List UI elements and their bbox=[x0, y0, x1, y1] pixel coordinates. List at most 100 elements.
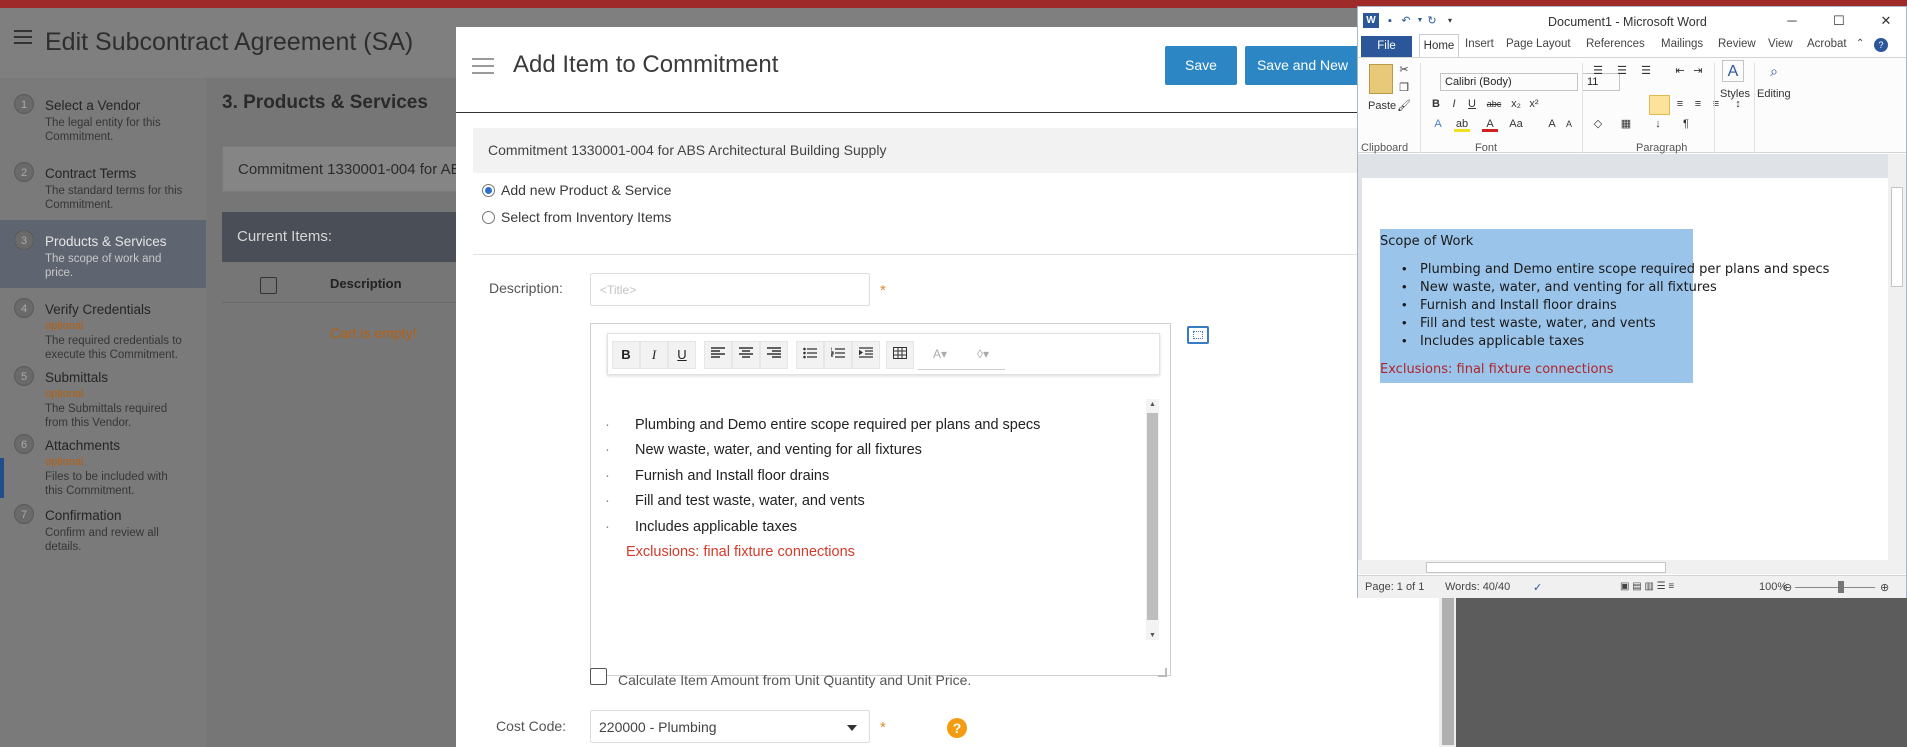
superscript-icon[interactable]: x² bbox=[1526, 96, 1542, 112]
maximize-icon[interactable]: ☐ bbox=[1829, 13, 1849, 29]
paste-label[interactable]: Paste bbox=[1368, 100, 1396, 112]
undo-icon[interactable]: ↶ bbox=[1399, 14, 1413, 28]
editor-scrollbar[interactable]: ▲ ▼ bbox=[1146, 399, 1159, 640]
change-case-icon[interactable]: Aa bbox=[1508, 116, 1524, 132]
minimize-icon[interactable]: ─ bbox=[1782, 13, 1802, 29]
find-icon[interactable]: ⌕ bbox=[1763, 60, 1785, 82]
increase-indent-icon[interactable]: ⇥ bbox=[1690, 63, 1706, 79]
decrease-indent-icon[interactable]: ⇤ bbox=[1672, 63, 1688, 79]
subscript-icon[interactable]: x₂ bbox=[1508, 96, 1524, 112]
close-icon[interactable]: ✕ bbox=[1876, 13, 1896, 29]
proofing-icon[interactable]: ✓ bbox=[1533, 581, 1542, 594]
bold-icon[interactable]: B bbox=[1428, 96, 1444, 112]
format-painter-icon[interactable]: 🖌 bbox=[1396, 98, 1412, 114]
zoom-out-icon[interactable]: ⊖ bbox=[1783, 581, 1792, 594]
rich-text-editor[interactable]: B I U A▾ ◊▾ · Plumbing and Demo entire sc… bbox=[590, 323, 1171, 677]
wizard-step-1[interactable]: 1 Select a Vendor The legal entity for thi… bbox=[0, 84, 206, 152]
tab-page-layout[interactable]: Page Layout bbox=[1506, 38, 1571, 50]
numbered-list-icon[interactable] bbox=[824, 341, 852, 369]
grow-font-icon[interactable]: A bbox=[1544, 116, 1560, 132]
borders-icon[interactable]: ▦ bbox=[1618, 116, 1634, 132]
inventory-radio[interactable] bbox=[482, 211, 495, 224]
shrink-font-icon[interactable]: A bbox=[1561, 116, 1577, 132]
document-page[interactable]: Scope of Work • Plumbing and Demo entire… bbox=[1362, 178, 1888, 568]
font-color-dropdown[interactable]: A▾ bbox=[918, 340, 962, 370]
bullet-list-icon[interactable] bbox=[796, 341, 824, 369]
wizard-step-2[interactable]: 2 Contract Terms The standard terms for th… bbox=[0, 152, 206, 220]
center-icon[interactable]: ≡ bbox=[1672, 96, 1688, 112]
zoom-in-icon[interactable]: ⊕ bbox=[1880, 581, 1889, 594]
minimize-ribbon-icon[interactable]: ⌃ bbox=[1856, 38, 1864, 49]
select-all-checkbox[interactable] bbox=[260, 277, 277, 294]
highlight-icon[interactable]: ab bbox=[1454, 116, 1470, 132]
cut-icon[interactable]: ✂ bbox=[1396, 62, 1412, 78]
align-right-icon[interactable]: ≡ bbox=[1690, 96, 1706, 112]
show-marks-icon[interactable]: ¶ bbox=[1678, 116, 1694, 132]
page-count[interactable]: Page: 1 of 1 bbox=[1365, 581, 1424, 593]
numbering-icon[interactable]: ☰ bbox=[1614, 63, 1630, 79]
multilevel-list-icon[interactable]: ☰ bbox=[1638, 63, 1654, 79]
modal-menu-icon[interactable] bbox=[472, 58, 494, 74]
shading-icon[interactable]: ◇ bbox=[1590, 116, 1606, 132]
tab-insert[interactable]: Insert bbox=[1465, 38, 1494, 50]
word-count[interactable]: Words: 40/40 bbox=[1445, 581, 1510, 593]
title-input[interactable]: <Title> bbox=[590, 273, 870, 306]
add-new-radio-label[interactable]: Add new Product & Service bbox=[501, 182, 671, 198]
copy-icon[interactable]: ❐ bbox=[1396, 80, 1412, 96]
tab-file[interactable]: File bbox=[1361, 36, 1412, 57]
table-icon[interactable] bbox=[886, 341, 914, 369]
view-buttons[interactable]: ▣ ▤ ▥ ☰ ≡ bbox=[1620, 581, 1674, 592]
save-icon[interactable]: ▪ bbox=[1383, 14, 1397, 28]
indent-icon[interactable] bbox=[852, 341, 880, 369]
align-left-icon[interactable] bbox=[704, 341, 732, 369]
wizard-step-7[interactable]: 7 Confirmation Confirm and review all detai… bbox=[0, 494, 206, 562]
add-new-radio[interactable] bbox=[482, 184, 495, 197]
save-and-new-button[interactable]: Save and New bbox=[1245, 46, 1360, 85]
italic-icon[interactable]: I bbox=[1446, 96, 1462, 112]
underline-button[interactable]: U bbox=[668, 341, 696, 369]
sort-icon[interactable]: ↓ bbox=[1650, 116, 1666, 132]
calculate-checkbox[interactable] bbox=[590, 668, 607, 685]
hamburger-menu-icon[interactable] bbox=[14, 30, 34, 46]
font-name-box[interactable]: Calibri (Body) bbox=[1440, 73, 1578, 91]
bold-button[interactable]: B bbox=[612, 341, 640, 369]
underline-icon[interactable]: U bbox=[1464, 96, 1480, 112]
align-right-icon[interactable] bbox=[760, 341, 788, 369]
cost-code-select[interactable]: 220000 - Plumbing bbox=[590, 710, 870, 743]
align-center-icon[interactable] bbox=[732, 341, 760, 369]
strikethrough-icon[interactable]: abc bbox=[1486, 96, 1502, 112]
fill-color-dropdown[interactable]: ◊▾ bbox=[961, 340, 1005, 370]
wizard-step-5[interactable]: 5 Submittals optional The Submittals requir… bbox=[0, 356, 206, 429]
tab-references[interactable]: References bbox=[1586, 38, 1645, 50]
redo-icon[interactable]: ↻ bbox=[1425, 14, 1439, 28]
zoom-slider[interactable] bbox=[1795, 587, 1875, 588]
text-effects-icon[interactable]: A bbox=[1430, 116, 1446, 132]
align-left-icon[interactable] bbox=[1649, 95, 1670, 115]
tab-mailings[interactable]: Mailings bbox=[1661, 38, 1703, 50]
zoom-slider-thumb[interactable] bbox=[1838, 581, 1844, 593]
styles-label[interactable]: Styles bbox=[1720, 88, 1750, 100]
calculate-label[interactable]: Calculate Item Amount from Unit Quantity… bbox=[618, 672, 971, 688]
inventory-radio-label[interactable]: Select from Inventory Items bbox=[501, 209, 671, 225]
styles-icon[interactable]: A bbox=[1722, 60, 1744, 82]
tab-acrobat[interactable]: Acrobat bbox=[1807, 38, 1847, 50]
tab-home[interactable]: Home bbox=[1419, 34, 1459, 57]
resize-handle[interactable] bbox=[1158, 668, 1167, 677]
fullscreen-icon[interactable] bbox=[1187, 326, 1209, 344]
save-button[interactable]: Save bbox=[1165, 46, 1237, 85]
vertical-scrollbar[interactable] bbox=[1888, 154, 1906, 568]
tab-view[interactable]: View bbox=[1768, 38, 1793, 50]
bullets-icon[interactable]: ☰ bbox=[1590, 63, 1606, 79]
wizard-step-3[interactable]: 3 Products & Services The scope of work an… bbox=[0, 220, 206, 288]
help-icon[interactable]: ? bbox=[1874, 38, 1888, 52]
wizard-step-6[interactable]: 6 Attachments optional Files to be included… bbox=[0, 424, 206, 497]
editor-content[interactable]: · Plumbing and Demo entire scope required… bbox=[605, 400, 1151, 630]
italic-button[interactable]: I bbox=[640, 341, 668, 369]
wizard-step-4[interactable]: 4 Verify Credentials optional The required … bbox=[0, 288, 206, 361]
horizontal-scrollbar[interactable] bbox=[1358, 560, 1906, 574]
paste-icon[interactable] bbox=[1369, 64, 1393, 94]
font-color-icon[interactable]: A bbox=[1482, 116, 1498, 132]
tab-review[interactable]: Review bbox=[1718, 38, 1756, 50]
customize-toolbar-icon[interactable]: ▾ bbox=[1443, 14, 1457, 28]
editing-label[interactable]: Editing bbox=[1757, 88, 1791, 100]
